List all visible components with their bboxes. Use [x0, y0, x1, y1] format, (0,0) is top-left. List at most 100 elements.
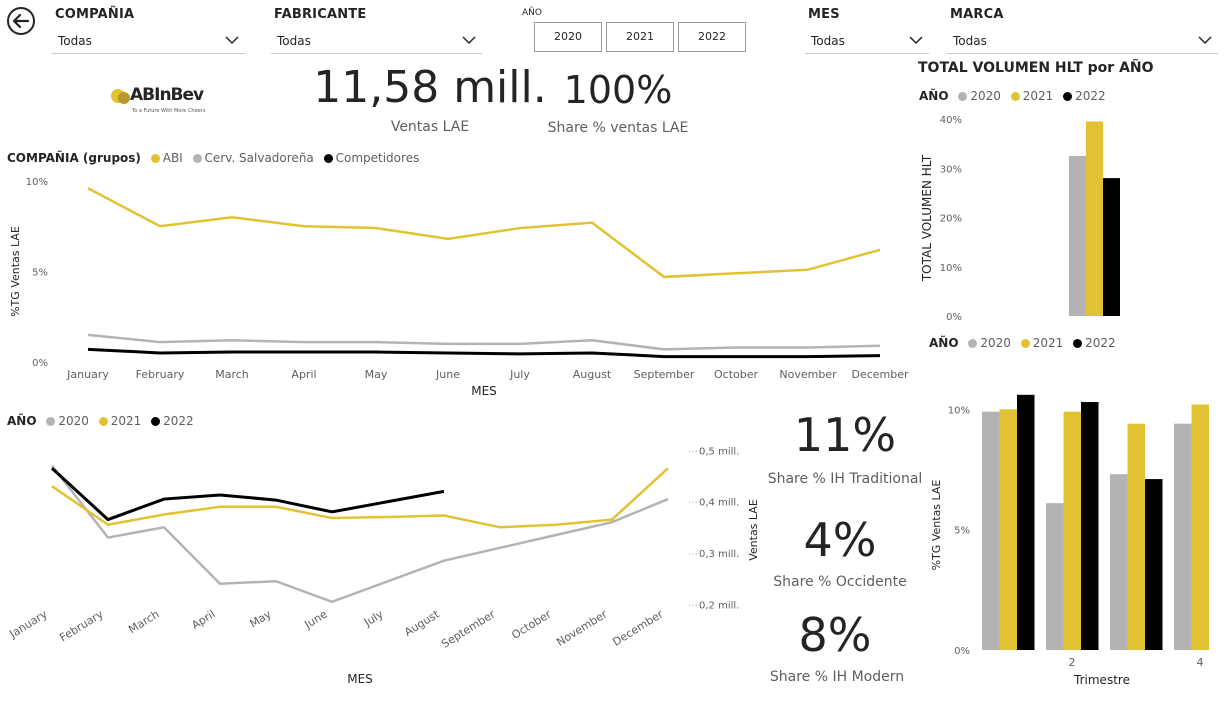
- chart1-legend-title: COMPAÑIA (grupos): [7, 151, 141, 165]
- kpi-share-label: Share % ventas LAE: [547, 120, 689, 136]
- x-tick-label: January: [6, 607, 50, 641]
- tg-by-company-line-chart: 0% 5% 10% January February March April May June J…: [9, 177, 909, 398]
- y-tick-dots: ⋯: [688, 600, 698, 611]
- volumen-chart-title: TOTAL VOLUMEN HLT por AÑO: [918, 60, 1154, 76]
- slicer-compania-value: Todas: [58, 34, 92, 48]
- x-tick-label: March: [215, 368, 249, 381]
- legend-dot-2021: [1010, 92, 1020, 101]
- x-tick-label: September: [439, 607, 498, 650]
- y-tick-label: 0,5 mill.: [699, 446, 739, 457]
- bar-q1-2020: [982, 411, 1000, 650]
- kpi-ventas-label: Ventas LAE: [390, 119, 470, 135]
- legend-dot-2021: [1020, 339, 1030, 348]
- year-button-2020[interactable]: 2020: [534, 22, 602, 52]
- kpi-modern-value: 8%: [798, 608, 872, 662]
- kpi-modern-label: Share % IH Modern: [769, 669, 905, 685]
- x-tick-label: November: [554, 607, 610, 649]
- slicer-fabricante-value: Todas: [277, 34, 311, 48]
- slicer-compania-dropdown[interactable]: Todas: [52, 28, 245, 54]
- bar-q3-2021: [1127, 423, 1145, 650]
- series-line-2022: [50, 467, 445, 522]
- x-tick-label: December: [851, 368, 909, 381]
- slicer-fabricante-title: FABRICANTE: [274, 7, 367, 22]
- y-tick-label: 0%: [954, 646, 970, 657]
- chevron-down-icon: [1198, 36, 1212, 45]
- y-tick-label: 20%: [940, 214, 962, 225]
- x-tick-label: August: [402, 607, 442, 639]
- legend-abi: ABI: [162, 151, 183, 165]
- bar-2020: [1069, 155, 1086, 316]
- legend-2022: 2022: [163, 414, 194, 428]
- y-tick-label: 0%: [946, 312, 962, 323]
- slicer-mes-title: MES: [808, 7, 840, 22]
- legend-2021: 2021: [1022, 89, 1054, 103]
- bar-2021: [1086, 121, 1103, 317]
- x-tick-label: June: [435, 368, 460, 381]
- y-tick-dots: ⋯: [688, 549, 698, 560]
- x-tick-label: December: [610, 607, 666, 649]
- bar-q2-2020: [1046, 503, 1064, 650]
- back-button[interactable]: [6, 6, 36, 36]
- x-tick-label: May: [247, 607, 274, 630]
- x-tick-label: 4: [1197, 656, 1204, 669]
- abinbev-logo: ABInBev To a Future With More Cheers: [108, 82, 228, 122]
- x-axis-title: MES: [347, 672, 373, 686]
- chevron-down-icon: [462, 36, 476, 45]
- bar-q1-2021: [999, 409, 1017, 650]
- y-tick-label: 10%: [26, 177, 48, 188]
- chart1-legend: COMPAÑIA (grupos) ABI Cerv. Salvadoreña …: [7, 151, 419, 165]
- series-line-competidores: [87, 347, 881, 359]
- chart3-legend: AÑO 2020 2021 2022: [919, 89, 1106, 103]
- y-tick-dots: ⋯: [688, 446, 698, 457]
- x-tick-label: March: [126, 608, 161, 637]
- bar-q2-2021: [1063, 411, 1081, 650]
- series-line-2021: [51, 467, 669, 529]
- bar-q4-2020: [1174, 423, 1192, 650]
- slicer-mes-value: Todas: [811, 34, 845, 48]
- legend-2022: 2022: [1075, 89, 1106, 103]
- year-button-2022[interactable]: 2022: [678, 22, 746, 52]
- legend-dot-2020: [958, 92, 968, 101]
- legend-dot-2020: [46, 417, 56, 426]
- x-tick-label: April: [291, 368, 316, 381]
- chart2-legend: AÑO 2020 2021 2022: [7, 414, 194, 428]
- legend-dot-comp: [323, 154, 333, 163]
- chart4-legend: AÑO 2020 2021 2022: [929, 336, 1116, 350]
- logo-text: ABInBev: [130, 85, 204, 105]
- legend-cerv: Cerv. Salvadoreña: [204, 151, 314, 165]
- year-button-2021[interactable]: 2021: [606, 22, 674, 52]
- series-line-abi: [87, 187, 881, 279]
- x-tick-label: October: [714, 368, 758, 381]
- legend-dot-2022: [1063, 92, 1073, 101]
- slicer-fabricante-dropdown[interactable]: Todas: [271, 28, 482, 54]
- x-tick-label: April: [189, 608, 217, 632]
- x-tick-label: June: [302, 607, 330, 631]
- tg-by-quarter-bar-chart: 0% 5% 10% %TG Ventas LAE 2 4 Trimestre: [930, 394, 1209, 687]
- y-tick-label: 0%: [32, 358, 48, 369]
- y-tick-label: 0,2 mill.: [699, 600, 739, 611]
- legend-dot-2022: [1073, 339, 1083, 348]
- kpi-occidente-value: 4%: [803, 513, 877, 567]
- x-tick-label: September: [634, 368, 695, 381]
- slicer-mes-dropdown[interactable]: Todas: [805, 28, 929, 54]
- back-arrow-icon: [7, 7, 35, 35]
- y-tick-label: 10%: [948, 405, 970, 416]
- legend-2021: 2021: [110, 414, 142, 428]
- bar-q3-2022: [1145, 479, 1163, 650]
- slicer-compania-title: COMPAÑIA: [55, 7, 135, 22]
- y-tick-label: 5%: [954, 526, 970, 537]
- y-tick-label: 30%: [940, 164, 962, 175]
- x-tick-label: July: [509, 368, 530, 381]
- x-tick-label: 2: [1069, 656, 1076, 669]
- y-axis-title: Ventas LAE: [747, 499, 760, 561]
- kpi-traditional-value: 11%: [793, 408, 897, 462]
- x-tick-label: November: [779, 368, 837, 381]
- slicer-anio-title: AÑO: [522, 8, 542, 18]
- kpi-occidente-label: Share % Occidente: [773, 574, 907, 590]
- chart3-legend-title: AÑO: [919, 89, 949, 103]
- kpi-share-value: 100%: [563, 68, 673, 112]
- y-tick-dots: ⋯: [688, 498, 698, 509]
- legend-dot-2021: [98, 417, 108, 426]
- slicer-marca-title: MARCA: [950, 7, 1004, 22]
- slicer-marca-dropdown[interactable]: Todas: [947, 28, 1218, 54]
